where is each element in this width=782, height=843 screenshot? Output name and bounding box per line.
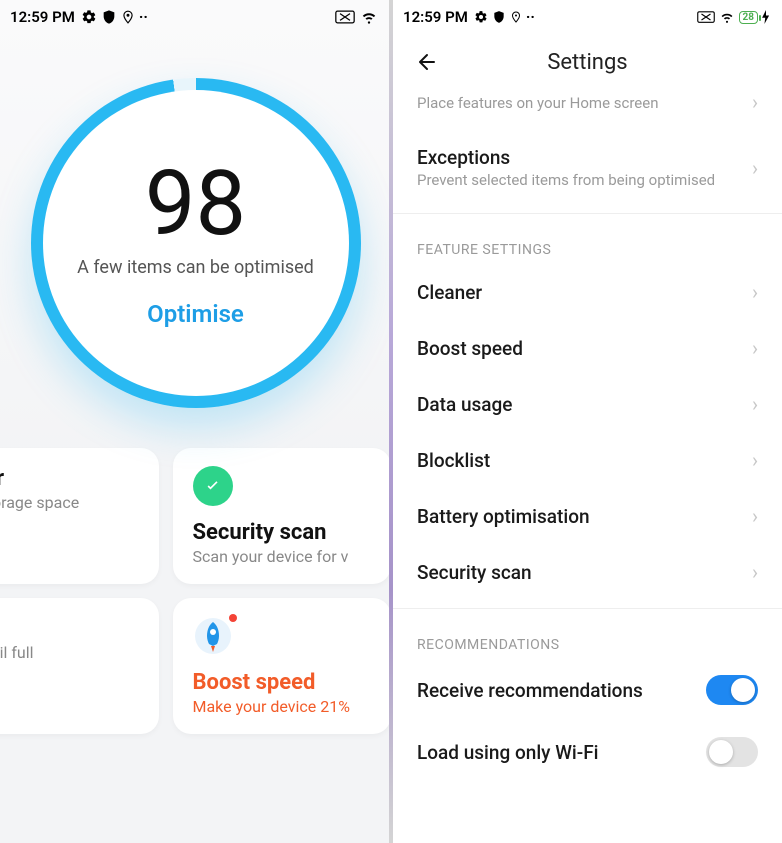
shield-icon bbox=[101, 9, 117, 25]
more-icon: ·· bbox=[139, 8, 148, 26]
section-recommendations: RECOMMENDATIONS bbox=[417, 609, 758, 659]
card-title: Boost speed bbox=[193, 670, 372, 695]
receive-recommendations-toggle[interactable] bbox=[706, 675, 758, 705]
status-bar-left: 12:59 PM ·· bbox=[0, 0, 391, 34]
row-title: Exceptions bbox=[417, 146, 752, 169]
no-sim-icon bbox=[335, 10, 355, 24]
wifi-only-row: Load using only Wi-Fi bbox=[417, 721, 758, 783]
boost-speed-card[interactable]: Boost speed Make your device 21% bbox=[173, 598, 392, 734]
row-title: Load using only Wi-Fi bbox=[417, 741, 706, 764]
shield-icon bbox=[492, 10, 506, 24]
score-section: 98 A few items can be optimised Optimise bbox=[0, 34, 391, 408]
security-app-screen: 12:59 PM ·· 98 A few items can be optimi… bbox=[0, 0, 391, 843]
settings-list: Place features on your Home screen › Exc… bbox=[393, 90, 782, 783]
data-usage-row[interactable]: Data usage › bbox=[417, 376, 758, 432]
row-title: Blocklist bbox=[417, 449, 752, 472]
boost-speed-row[interactable]: Boost speed › bbox=[417, 320, 758, 376]
card-title: aner bbox=[0, 466, 139, 491]
chevron-right-icon: › bbox=[752, 156, 758, 180]
battery-icon: 28 bbox=[739, 11, 758, 24]
cleaner-row[interactable]: Cleaner › bbox=[417, 264, 758, 320]
blocklist-row[interactable]: Blocklist › bbox=[417, 432, 758, 488]
row-title: Boost speed bbox=[417, 337, 752, 360]
security-scan-card[interactable]: Security scan Scan your device for v bbox=[173, 448, 392, 584]
row-title: Security scan bbox=[417, 561, 752, 584]
alert-dot-icon bbox=[229, 614, 237, 622]
gear-icon bbox=[474, 10, 488, 24]
card-subtitle: of storage space bbox=[0, 493, 139, 512]
shield-check-icon bbox=[193, 466, 233, 506]
settings-header: Settings bbox=[393, 34, 782, 90]
section-feature-settings: FEATURE SETTINGS bbox=[417, 214, 758, 264]
battery-optimisation-row[interactable]: Battery optimisation › bbox=[417, 488, 758, 544]
gear-icon bbox=[81, 9, 97, 25]
card-subtitle: Scan your device for v bbox=[193, 547, 372, 566]
location-icon bbox=[510, 10, 522, 24]
exceptions-row[interactable]: Exceptions Prevent selected items from b… bbox=[417, 130, 758, 205]
card-title: tery bbox=[0, 616, 139, 641]
chevron-right-icon: › bbox=[752, 336, 758, 360]
location-icon bbox=[121, 9, 135, 25]
status-time: 12:59 PM bbox=[10, 8, 75, 26]
row-title: Battery optimisation bbox=[417, 505, 752, 528]
more-icon: ·· bbox=[526, 8, 535, 26]
score-circle: 98 A few items can be optimised Optimise bbox=[31, 78, 361, 408]
charging-icon bbox=[762, 10, 770, 24]
chevron-right-icon: › bbox=[752, 560, 758, 584]
pane-divider bbox=[389, 0, 393, 843]
card-title: Security scan bbox=[193, 520, 372, 545]
rocket-icon bbox=[193, 616, 233, 656]
chevron-right-icon: › bbox=[752, 448, 758, 472]
wifi-icon bbox=[719, 10, 735, 24]
wifi-only-toggle[interactable] bbox=[706, 737, 758, 767]
score-value: 98 bbox=[145, 159, 246, 249]
row-title: Receive recommendations bbox=[417, 679, 706, 702]
chevron-right-icon: › bbox=[752, 280, 758, 304]
cleaner-card[interactable]: aner of storage space bbox=[0, 448, 159, 584]
battery-card[interactable]: tery in until full bbox=[0, 598, 159, 734]
chevron-right-icon: › bbox=[752, 392, 758, 416]
status-bar-right: 12:59 PM ·· 28 bbox=[393, 0, 782, 34]
optimise-button[interactable]: Optimise bbox=[147, 300, 244, 328]
feature-cards: aner of storage space Security scan Scan… bbox=[0, 408, 391, 734]
card-subtitle: in until full bbox=[0, 643, 139, 662]
row-subtitle: Prevent selected items from being optimi… bbox=[417, 171, 752, 189]
score-subtitle: A few items can be optimised bbox=[77, 257, 314, 278]
row-title: Data usage bbox=[417, 393, 752, 416]
status-time: 12:59 PM bbox=[403, 8, 468, 26]
home-shortcut-row[interactable]: Place features on your Home screen › bbox=[417, 90, 758, 130]
settings-screen: 12:59 PM ·· 28 Settings Place features o… bbox=[391, 0, 782, 843]
chevron-right-icon: › bbox=[752, 504, 758, 528]
page-title: Settings bbox=[409, 50, 766, 75]
security-scan-row[interactable]: Security scan › bbox=[417, 544, 758, 600]
row-title: Cleaner bbox=[417, 281, 752, 304]
row-subtitle: Place features on your Home screen bbox=[417, 94, 752, 112]
chevron-right-icon: › bbox=[752, 90, 758, 114]
wifi-icon bbox=[359, 9, 379, 25]
receive-recommendations-row: Receive recommendations bbox=[417, 659, 758, 721]
card-subtitle: Make your device 21% bbox=[193, 697, 372, 716]
no-sim-icon bbox=[697, 11, 715, 23]
